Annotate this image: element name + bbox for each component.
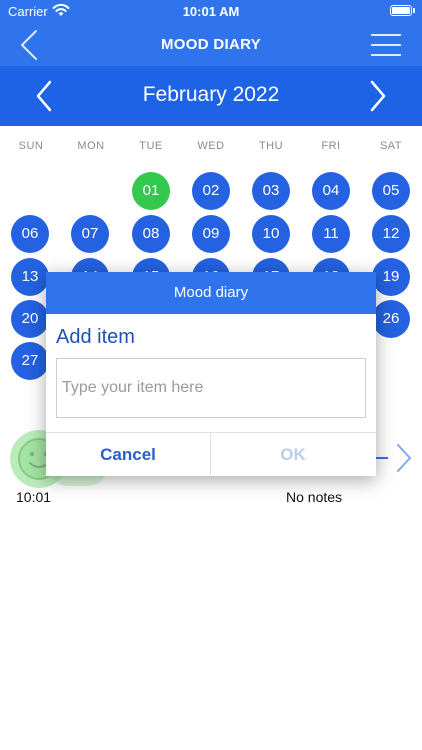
next-month-chevron-icon[interactable] [364, 78, 392, 114]
calendar-day[interactable]: 05 [372, 172, 410, 210]
entry-notes: No notes [286, 489, 343, 505]
item-text-input[interactable] [56, 358, 366, 418]
calendar-day[interactable]: 08 [132, 215, 170, 253]
calendar-day[interactable]: 20 [11, 300, 49, 338]
calendar-day[interactable]: 19 [372, 258, 410, 296]
weekday-label: TUE [139, 140, 163, 152]
dialog-title: Mood diary [46, 272, 376, 314]
calendar-day-today[interactable]: 01 [132, 172, 170, 210]
calendar-day[interactable]: 12 [372, 215, 410, 253]
next-mood-chevron-icon[interactable] [394, 442, 414, 474]
calendar-day[interactable]: 26 [372, 300, 410, 338]
weekday-label: MON [77, 140, 105, 152]
ok-button[interactable]: OK [211, 433, 375, 477]
status-bar: Carrier 10:01 AM [0, 0, 422, 24]
add-item-dialog: Mood diary Add item Cancel OK [46, 272, 376, 477]
mood-scale-dash [374, 457, 388, 459]
calendar-day[interactable]: 09 [192, 215, 230, 253]
calendar-day[interactable]: 04 [312, 172, 350, 210]
dialog-subtitle: Add item [56, 326, 135, 348]
month-selector: February 2022 [0, 66, 422, 126]
calendar-day[interactable]: 07 [71, 215, 109, 253]
weekday-label: SAT [379, 140, 403, 152]
entry-time: 10:01 [16, 489, 52, 505]
hamburger-menu-icon[interactable] [370, 32, 402, 58]
weekday-header-row: SUN MON TUE WED THU FRI SAT [0, 140, 422, 158]
battery-tip [413, 8, 415, 13]
nav-bar: MOOD DIARY [0, 24, 422, 66]
calendar-day[interactable]: 11 [312, 215, 350, 253]
weekday-label: SUN [18, 140, 44, 152]
calendar-day[interactable]: 13 [11, 258, 49, 296]
cancel-button[interactable]: Cancel [46, 433, 211, 477]
calendar-day[interactable]: 06 [11, 215, 49, 253]
calendar-day[interactable]: 02 [192, 172, 230, 210]
month-label: February 2022 [142, 83, 280, 106]
weekday-label: FRI [321, 140, 341, 152]
weekday-label: WED [197, 140, 225, 152]
calendar-day[interactable]: 10 [252, 215, 290, 253]
page-title: MOOD DIARY [161, 36, 261, 53]
calendar-day[interactable]: 03 [252, 172, 290, 210]
calendar-day[interactable]: 27 [11, 342, 49, 380]
battery-icon [390, 5, 412, 16]
clock: 10:01 AM [182, 4, 240, 19]
weekday-label: THU [258, 140, 284, 152]
dialog-button-row: Cancel OK [46, 432, 376, 477]
